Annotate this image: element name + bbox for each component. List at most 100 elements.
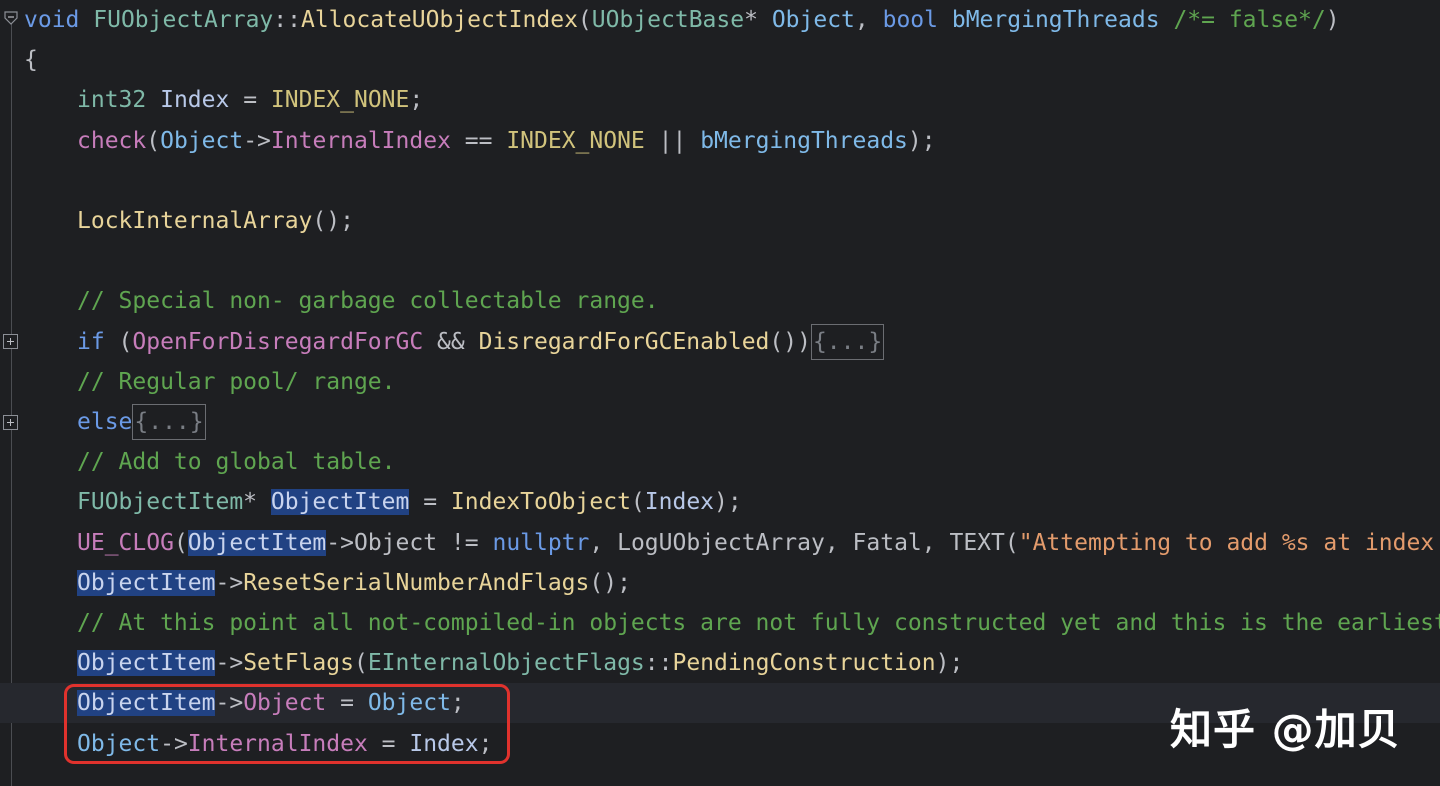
- code-token: ,: [589, 529, 618, 556]
- code-token: bool: [882, 7, 938, 33]
- code-token: *: [744, 7, 772, 33]
- code-line[interactable]: check(Object->InternalIndex == INDEX_NON…: [0, 121, 1440, 161]
- code-line[interactable]: [0, 241, 1440, 281]
- code-token: EInternalObjectFlags: [367, 650, 645, 677]
- code-token: Object: [353, 529, 438, 556]
- code-text: // Regular pool/ range.: [77, 362, 396, 402]
- code-token: ->: [243, 127, 271, 154]
- code-text: void FUObjectArray::AllocateUObjectIndex…: [24, 0, 1340, 40]
- code-token: (: [146, 127, 161, 154]
- code-token: else: [77, 409, 133, 435]
- code-text: // Add to global table.: [77, 442, 396, 482]
- code-text: int32 Index = INDEX_NONE;: [77, 80, 423, 120]
- code-text: ObjectItem->ResetSerialNumberAndFlags();: [77, 563, 631, 603]
- code-token: // Add to global table.: [77, 449, 396, 476]
- code-token: nullptr: [492, 529, 590, 556]
- code-line[interactable]: else{...}: [0, 402, 1440, 442]
- code-line[interactable]: [0, 161, 1440, 201]
- code-token: PendingConstruction: [672, 650, 936, 677]
- code-token: );: [935, 650, 964, 677]
- code-token: ,: [854, 7, 883, 33]
- code-token: Index: [644, 489, 715, 516]
- code-line[interactable]: {: [0, 40, 1440, 80]
- code-token: // At this point all not-compiled-in obj…: [77, 610, 1440, 636]
- code-token: ();: [589, 569, 631, 596]
- code-token: bMergingThreads: [700, 127, 908, 154]
- code-token: // Special non- garbage collectable rang…: [77, 288, 659, 315]
- code-line[interactable]: ObjectItem->ResetSerialNumberAndFlags();: [0, 563, 1440, 603]
- code-line[interactable]: // Add to global table.: [0, 442, 1440, 482]
- code-token: // Regular pool/ range.: [77, 368, 396, 395]
- code-token: LockInternalArray: [77, 208, 313, 234]
- code-token: INDEX_NONE: [270, 87, 410, 114]
- collapsed-block[interactable]: {...}: [810, 323, 885, 360]
- code-token: Object: [771, 7, 855, 33]
- code-token: FUObjectArray: [93, 7, 274, 33]
- code-token: (: [577, 7, 592, 33]
- code-token: (: [173, 529, 188, 556]
- code-token: ,: [921, 529, 950, 556]
- watermark: 知乎 @加贝: [1170, 705, 1401, 754]
- highlighted-token: ObjectItem: [187, 529, 327, 556]
- code-token: /*= false*/: [1173, 7, 1326, 33]
- code-token: Object: [160, 127, 244, 154]
- collapsed-block[interactable]: {...}: [132, 404, 206, 440]
- code-token: (: [104, 328, 133, 355]
- code-line[interactable]: // Special non- garbage collectable rang…: [0, 281, 1440, 321]
- code-text: LockInternalArray();: [77, 201, 354, 241]
- highlight-annotation-box: [64, 684, 510, 764]
- code-editor[interactable]: void FUObjectArray::AllocateUObjectIndex…: [0, 0, 1440, 786]
- code-text: // At this point all not-compiled-in obj…: [77, 603, 1440, 643]
- code-line[interactable]: if (OpenForDisregardForGC && DisregardFo…: [0, 322, 1440, 362]
- code-line[interactable]: FUObjectItem* ObjectItem = IndexToObject…: [0, 482, 1440, 522]
- highlighted-token: ObjectItem: [77, 650, 216, 677]
- code-token: int32: [77, 87, 147, 114]
- code-token: ();: [312, 208, 354, 234]
- code-token: );: [907, 127, 936, 154]
- code-text: ObjectItem->SetFlags(EInternalObjectFlag…: [77, 643, 963, 683]
- code-line[interactable]: // Regular pool/ range.: [0, 362, 1440, 402]
- code-token: TEXT: [949, 529, 1005, 556]
- highlighted-token: ObjectItem: [270, 489, 410, 516]
- code-line[interactable]: UE_CLOG(ObjectItem->Object != nullptr, L…: [0, 523, 1440, 563]
- code-token: !=: [437, 529, 493, 556]
- code-token: ->: [215, 650, 244, 677]
- code-token: bMergingThreads: [951, 7, 1160, 33]
- code-token: UObjectBase: [591, 7, 745, 33]
- code-token: InternalIndex: [270, 127, 451, 154]
- code-token: (: [630, 489, 645, 516]
- code-token: IndexToObject: [450, 489, 631, 516]
- code-token: &&: [423, 328, 479, 355]
- code-token: UE_CLOG: [77, 529, 174, 556]
- code-token: {: [24, 47, 38, 74]
- code-token: ResetSerialNumberAndFlags: [243, 569, 590, 596]
- code-token: check: [77, 127, 147, 154]
- code-token: (: [1004, 529, 1019, 556]
- code-token: Fatal: [852, 529, 922, 556]
- code-token: OpenForDisregardForGC: [132, 328, 424, 355]
- code-token: ;: [409, 87, 424, 114]
- code-token: SetFlags: [243, 650, 354, 677]
- code-text: // Special non- garbage collectable rang…: [77, 281, 659, 321]
- code-text: UE_CLOG(ObjectItem->Object != nullptr, L…: [77, 523, 1440, 563]
- code-token: "Attempting to add %s at index %d: [1018, 529, 1440, 556]
- code-line[interactable]: LockInternalArray();: [0, 201, 1440, 241]
- code-token: if: [77, 328, 105, 355]
- code-token: ==: [450, 127, 507, 154]
- code-token: ->: [215, 569, 244, 596]
- code-text: if (OpenForDisregardForGC && DisregardFo…: [77, 322, 885, 362]
- code-token: =: [229, 87, 271, 114]
- code-token: );: [714, 489, 742, 516]
- code-line[interactable]: int32 Index = INDEX_NONE;: [0, 80, 1440, 120]
- code-line[interactable]: ObjectItem->SetFlags(EInternalObjectFlag…: [0, 643, 1440, 683]
- code-text: check(Object->InternalIndex == INDEX_NON…: [77, 121, 936, 161]
- code-token: Index: [160, 87, 230, 114]
- code-token: *: [243, 489, 271, 516]
- code-token: ::: [273, 7, 301, 33]
- code-line[interactable]: void FUObjectArray::AllocateUObjectIndex…: [0, 0, 1440, 40]
- code-text: {: [24, 40, 38, 80]
- code-line[interactable]: // At this point all not-compiled-in obj…: [0, 603, 1440, 643]
